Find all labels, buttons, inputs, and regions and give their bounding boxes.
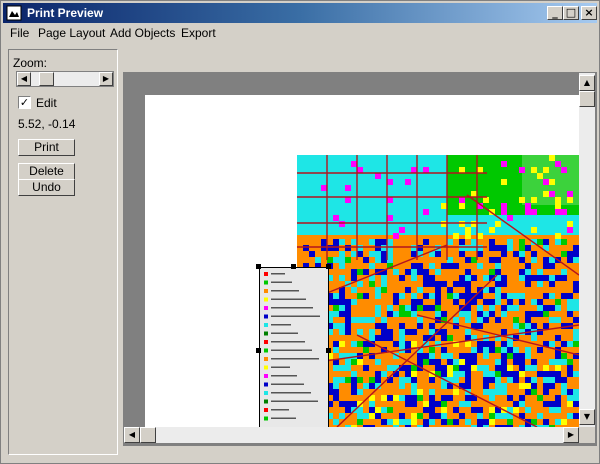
selection-handle[interactable] (326, 348, 331, 353)
title-bar[interactable]: Print Preview _ □ × (3, 3, 597, 23)
edit-label: Edit (36, 96, 57, 110)
selection-handle[interactable] (256, 264, 261, 269)
undo-button[interactable]: Undo (18, 179, 75, 196)
map-image (297, 155, 579, 427)
control-panel: Zoom: ◀ ▶ ✓ Edit 5.52, -0.14 Print Delet… (8, 49, 118, 455)
edit-checkbox[interactable]: ✓ (18, 96, 31, 109)
zoom-right-arrow[interactable]: ▶ (99, 72, 113, 86)
selection-handle[interactable] (326, 264, 331, 269)
print-button[interactable]: Print (18, 139, 75, 156)
minimize-button[interactable]: _ (547, 6, 563, 20)
horizontal-scroll-thumb[interactable] (140, 427, 156, 443)
menu-file[interactable]: File (10, 26, 29, 40)
selection-handle[interactable] (291, 264, 296, 269)
scroll-corner (579, 427, 595, 443)
scroll-right-arrow[interactable]: ▶ (563, 427, 579, 443)
map-legend[interactable] (259, 267, 329, 429)
map-object[interactable] (297, 155, 579, 427)
zoom-left-arrow[interactable]: ◀ (17, 72, 31, 86)
horizontal-scrollbar[interactable]: ◀ ▶ (124, 427, 579, 443)
scroll-up-arrow[interactable]: ▲ (579, 75, 595, 91)
delete-button[interactable]: Delete (18, 163, 75, 180)
selection-handle[interactable] (256, 348, 261, 353)
maximize-button[interactable]: □ (563, 6, 579, 20)
menu-export[interactable]: Export (181, 26, 216, 40)
coordinate-readout: 5.52, -0.14 (18, 117, 76, 131)
vertical-scrollbar[interactable]: ▲ ▼ (579, 73, 595, 427)
preview-top-strip (123, 56, 597, 72)
app-icon (6, 5, 22, 21)
zoom-slider-thumb[interactable] (39, 72, 54, 86)
menu-page-layout[interactable]: Page Layout (38, 26, 105, 40)
vertical-scroll-thumb[interactable] (579, 91, 595, 107)
zoom-slider[interactable]: ◀ ▶ (16, 71, 114, 87)
scroll-down-arrow[interactable]: ▼ (579, 409, 595, 425)
scroll-left-arrow[interactable]: ◀ (124, 427, 140, 443)
legend-image (264, 272, 320, 421)
menu-bar: File Page Layout Add Objects Export (3, 24, 597, 42)
menu-add-objects[interactable]: Add Objects (110, 26, 175, 40)
print-preview-window: Print Preview _ □ × File Page Layout Add… (0, 0, 600, 464)
close-button[interactable]: × (581, 6, 597, 20)
zoom-label: Zoom: (13, 56, 48, 70)
window-title: Print Preview (27, 6, 104, 20)
